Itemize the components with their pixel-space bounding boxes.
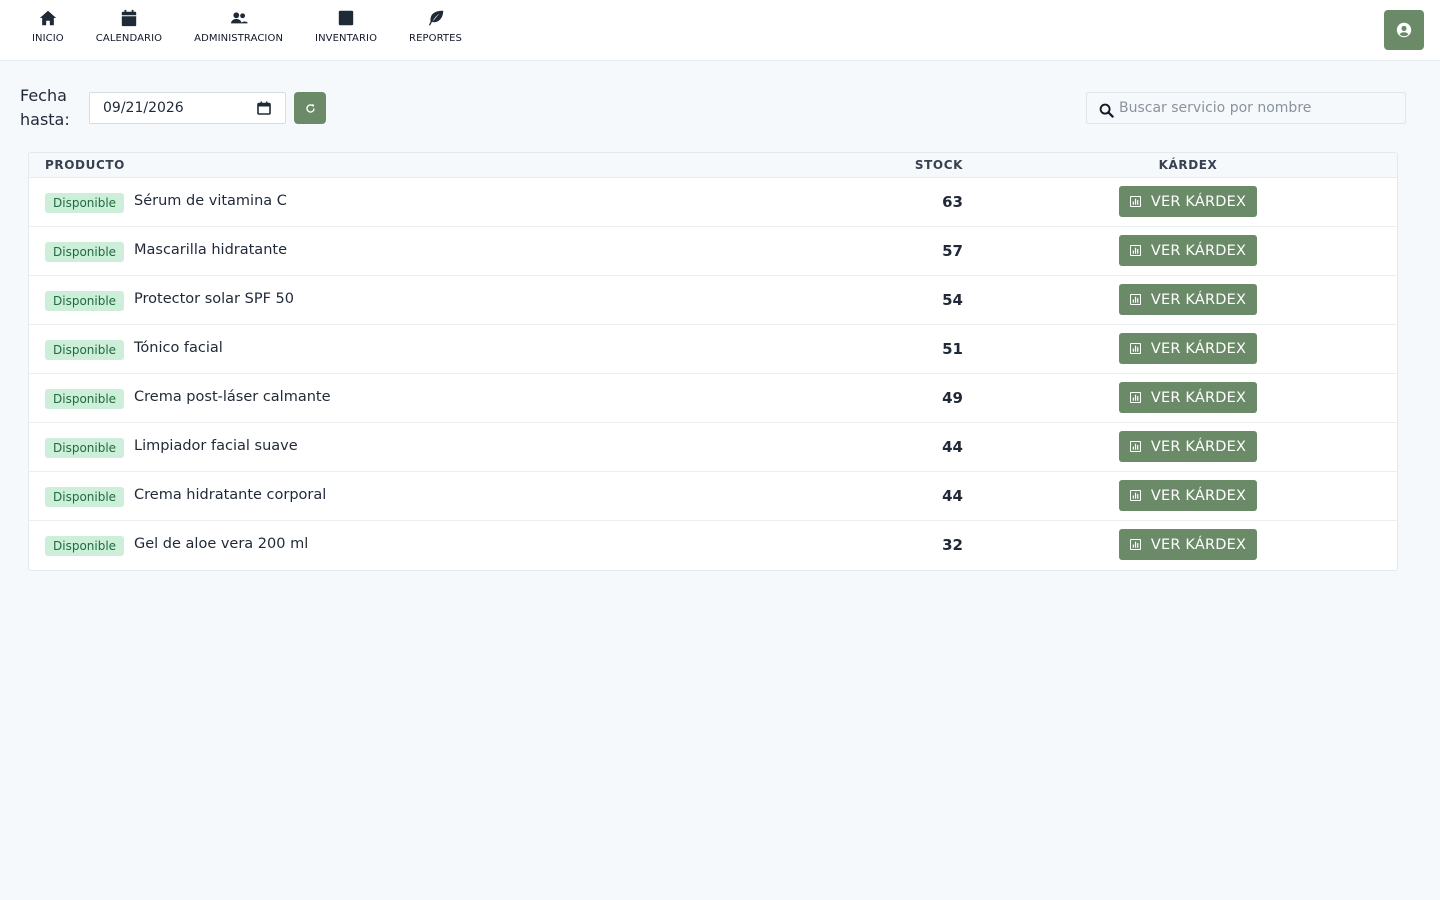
search-box[interactable]: [1086, 92, 1406, 124]
table-row: Disponible Sérum de vitamina C 63 VER KÁ…: [29, 178, 1397, 227]
nav-label: INVENTARIO: [315, 33, 378, 44]
ver-kardex-label: VER KÁRDEX: [1150, 536, 1247, 553]
product-name: Crema hidratante corporal: [134, 487, 327, 503]
product-name: Protector solar SPF 50: [134, 291, 294, 307]
table-row: Disponible Protector solar SPF 50 54 VER…: [29, 276, 1397, 325]
users-icon: [230, 12, 248, 24]
product-name: Limpiador facial suave: [134, 438, 298, 454]
ver-kardex-label: VER KÁRDEX: [1150, 438, 1247, 455]
nav-item-inicio[interactable]: INICIO: [16, 0, 80, 60]
chart-icon: [1129, 392, 1141, 403]
ver-kardex-button[interactable]: VER KÁRDEX: [1119, 333, 1257, 364]
header-stock: STOCK: [914, 158, 963, 172]
chart-icon: [1129, 343, 1141, 354]
status-badge: Disponible: [45, 291, 125, 311]
chart-icon: [1129, 441, 1141, 452]
nav-label: REPORTES: [409, 33, 463, 44]
stock-value: 44: [942, 487, 963, 505]
product-name: Sérum de vitamina C: [134, 193, 287, 209]
status-badge: Disponible: [45, 536, 125, 556]
refresh-icon: [305, 103, 315, 113]
nav-item-reportes[interactable]: REPORTES: [393, 0, 478, 60]
date-filter-label: Fecha hasta:: [20, 86, 70, 129]
stock-value: 57: [942, 242, 963, 260]
ver-kardex-button[interactable]: VER KÁRDEX: [1119, 480, 1257, 511]
ver-kardex-label: VER KÁRDEX: [1150, 389, 1247, 406]
user-profile-button[interactable]: [1384, 10, 1424, 50]
date-until-input[interactable]: 09/21/2026: [89, 92, 286, 124]
main-nav: INICIO CALENDARIO ADMINISTRACION INVENTA…: [16, 0, 478, 60]
chart-icon: [1129, 245, 1141, 256]
status-badge: Disponible: [45, 487, 125, 507]
stock-value: 32: [942, 536, 963, 554]
table-row: Disponible Tónico facial 51 VER KÁRDEX: [29, 325, 1397, 374]
inventory-table: PRODUCTO STOCK KÁRDEX Disponible Sérum d…: [28, 152, 1398, 571]
product-name: Crema post-láser calmante: [134, 389, 331, 405]
nav-item-inventario[interactable]: INVENTARIO: [299, 0, 393, 60]
box-icon: [338, 10, 354, 26]
status-badge: Disponible: [45, 438, 125, 458]
stock-value: 63: [942, 193, 963, 211]
stock-value: 44: [942, 438, 963, 456]
status-badge: Disponible: [45, 389, 125, 409]
top-navigation-bar: INICIO CALENDARIO ADMINISTRACION INVENTA…: [0, 0, 1440, 61]
product-name: Tónico facial: [134, 340, 223, 356]
ver-kardex-label: VER KÁRDEX: [1150, 242, 1247, 259]
home-icon: [39, 10, 56, 26]
ver-kardex-label: VER KÁRDEX: [1150, 291, 1247, 308]
status-badge: Disponible: [45, 340, 125, 360]
nav-item-calendario[interactable]: CALENDARIO: [80, 0, 178, 60]
header-product: PRODUCTO: [45, 158, 125, 172]
calendar-picker-icon[interactable]: [257, 101, 271, 115]
search-icon: [1099, 103, 1114, 118]
ver-kardex-button[interactable]: VER KÁRDEX: [1119, 382, 1257, 413]
ver-kardex-button[interactable]: VER KÁRDEX: [1119, 186, 1257, 217]
date-value: 09/21/2026: [103, 100, 184, 116]
product-name: Mascarilla hidratante: [134, 242, 287, 258]
ver-kardex-button[interactable]: VER KÁRDEX: [1119, 431, 1257, 462]
header-kardex: KÁRDEX: [1158, 158, 1218, 172]
table-row: Disponible Mascarilla hidratante 57 VER …: [29, 227, 1397, 276]
leaf-icon: [428, 10, 443, 26]
table-row: Disponible Crema hidratante corporal 44 …: [29, 472, 1397, 521]
ver-kardex-button[interactable]: VER KÁRDEX: [1119, 235, 1257, 266]
ver-kardex-button[interactable]: VER KÁRDEX: [1119, 529, 1257, 560]
ver-kardex-label: VER KÁRDEX: [1150, 340, 1247, 357]
ver-kardex-button[interactable]: VER KÁRDEX: [1119, 284, 1257, 315]
table-row: Disponible Limpiador facial suave 44 VER…: [29, 423, 1397, 472]
nav-label: ADMINISTRACION: [194, 33, 284, 44]
nav-label: INICIO: [32, 33, 64, 44]
table-header: PRODUCTO STOCK KÁRDEX: [29, 153, 1397, 178]
nav-item-administracion[interactable]: ADMINISTRACION: [178, 0, 299, 60]
chart-icon: [1129, 539, 1141, 550]
ver-kardex-label: VER KÁRDEX: [1150, 193, 1247, 210]
refresh-button[interactable]: [294, 92, 326, 124]
stock-value: 51: [942, 340, 963, 358]
search-input[interactable]: [1119, 93, 1399, 123]
chart-icon: [1129, 294, 1141, 305]
table-row: Disponible Gel de aloe vera 200 ml 32 VE…: [29, 521, 1397, 570]
ver-kardex-label: VER KÁRDEX: [1150, 487, 1247, 504]
nav-label: CALENDARIO: [95, 33, 163, 44]
user-circle-icon: [1396, 22, 1412, 38]
chart-icon: [1129, 490, 1141, 501]
calendar-icon: [121, 9, 137, 27]
status-badge: Disponible: [45, 242, 125, 262]
table-row: Disponible Crema post-láser calmante 49 …: [29, 374, 1397, 423]
product-name: Gel de aloe vera 200 ml: [134, 536, 309, 552]
status-badge: Disponible: [45, 193, 125, 213]
stock-value: 49: [942, 389, 963, 407]
stock-value: 54: [942, 291, 963, 309]
chart-icon: [1129, 196, 1141, 207]
